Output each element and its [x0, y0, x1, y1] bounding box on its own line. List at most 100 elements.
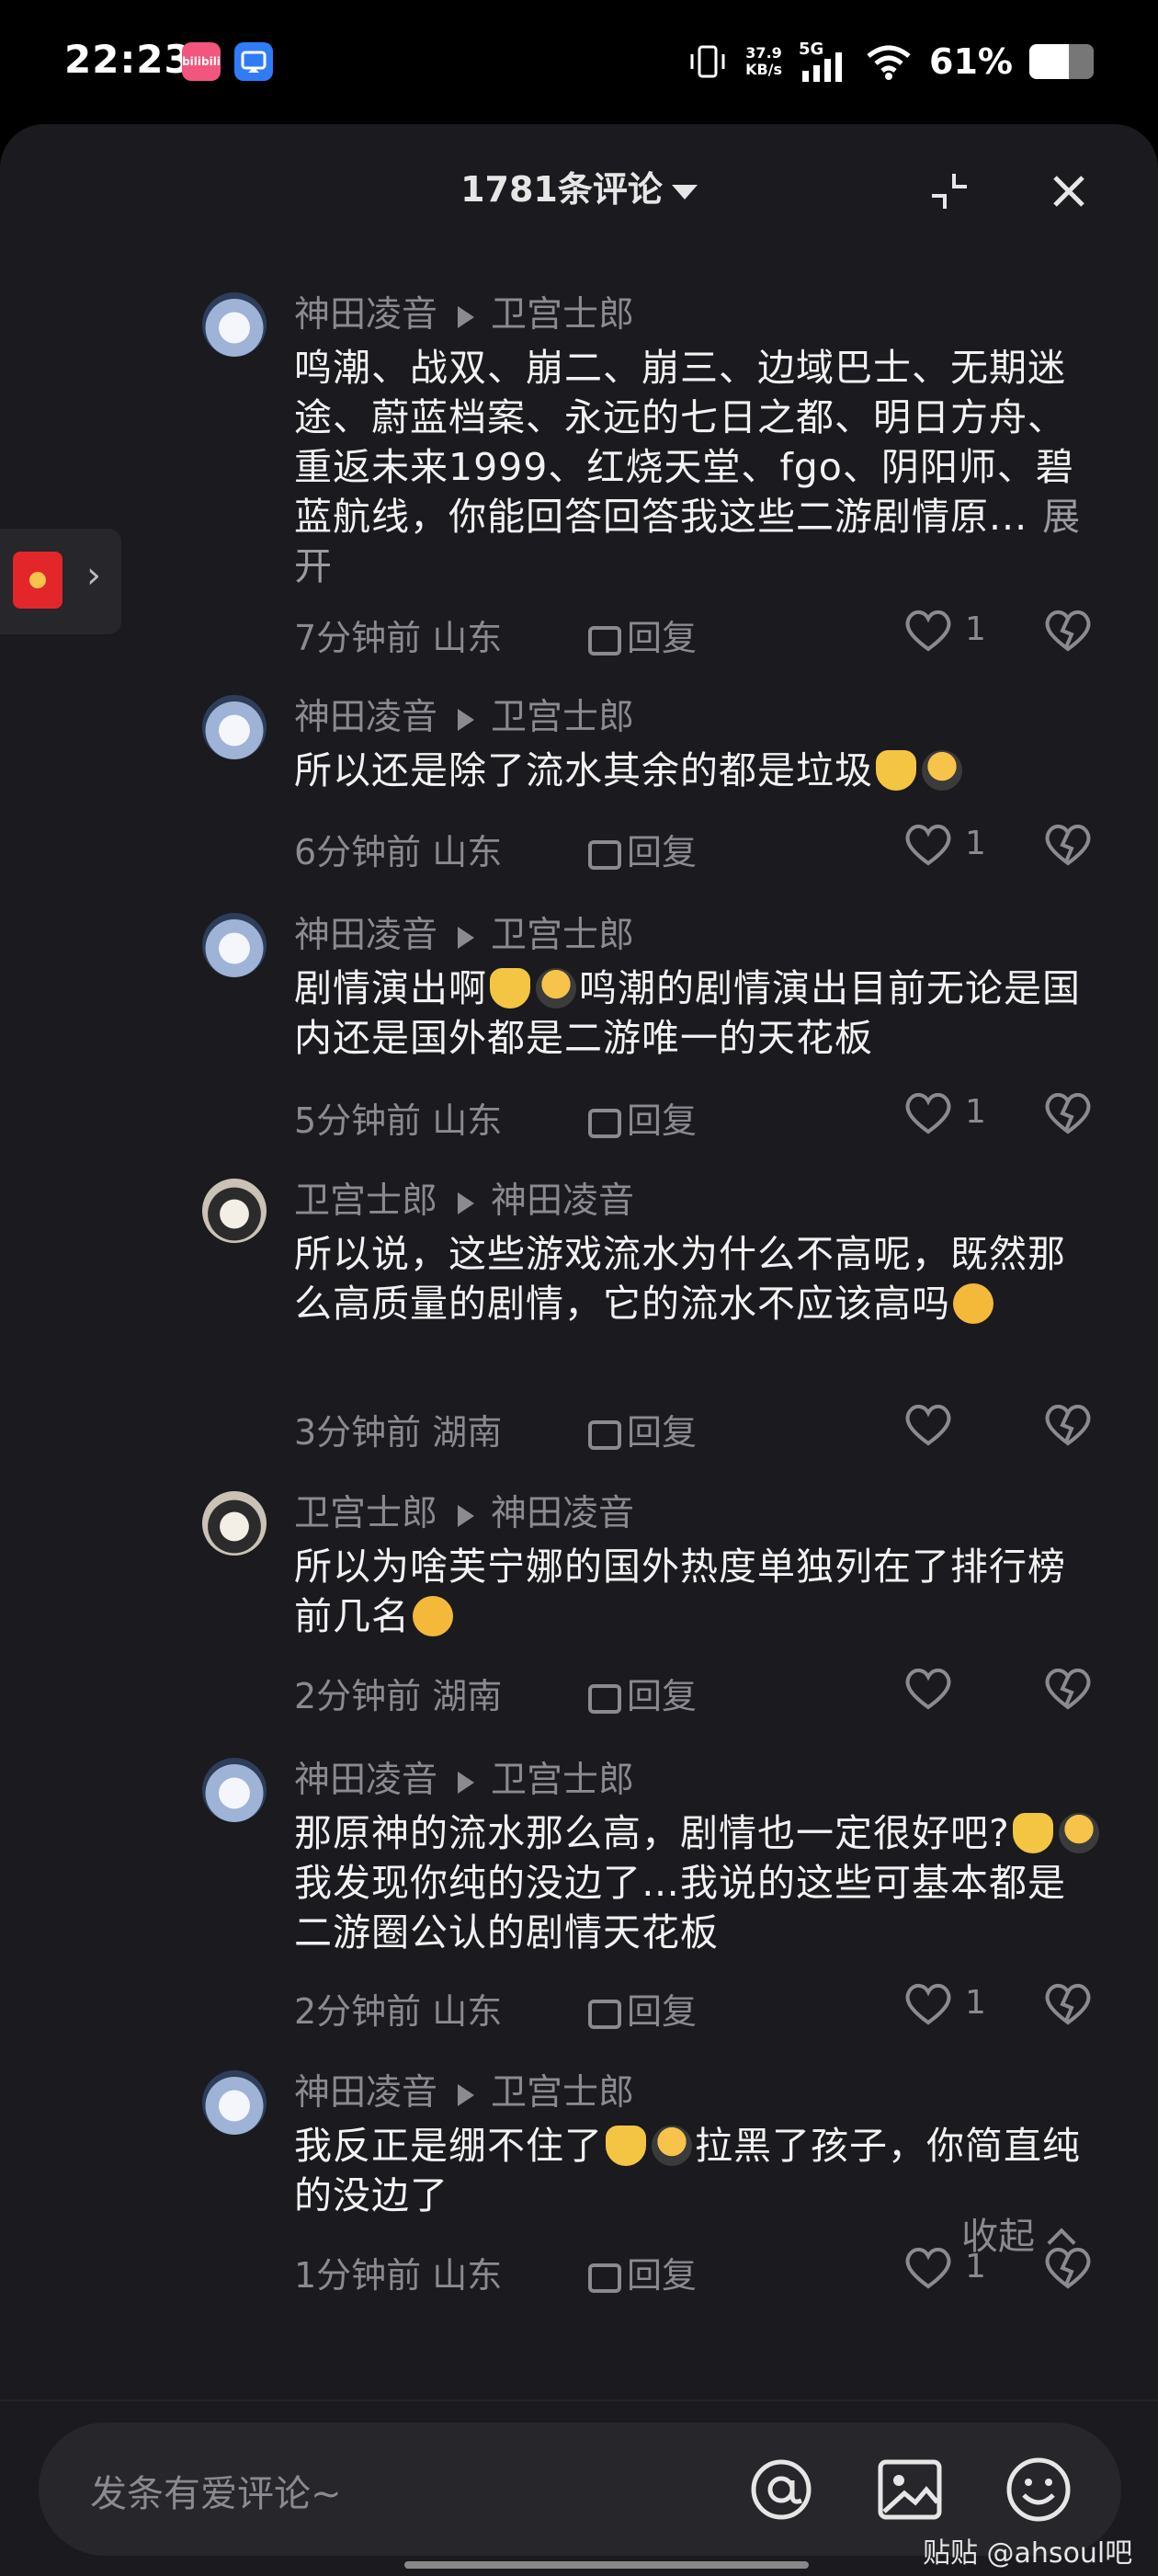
avatar[interactable] — [202, 292, 267, 357]
author-name[interactable]: 神田凌音 — [294, 1760, 437, 1801]
red-packet-tab[interactable]: › — [0, 529, 121, 634]
heart-icon[interactable] — [901, 1665, 956, 1711]
comment-meta: 3分钟前 湖南 — [294, 1412, 503, 1453]
dislike-icon[interactable] — [1040, 1980, 1096, 2026]
avatar[interactable] — [202, 1758, 267, 1822]
comment-text: 所以说，这些游戏流水为什么不高呢，既然那么高质量的剧情，它的流水不应该高吗 — [294, 1232, 1066, 1326]
reply-arrow-icon — [458, 1771, 475, 1794]
avatar[interactable] — [202, 1179, 267, 1243]
reply-icon — [588, 1420, 621, 1450]
heart-icon[interactable] — [901, 821, 956, 867]
ok-hand-emoji-icon — [1012, 1813, 1053, 1853]
battery-text: 61% — [929, 41, 1013, 82]
battery-icon — [1029, 44, 1094, 79]
kiss-emoji-icon — [413, 1596, 453, 1636]
collapse-replies-button[interactable]: 收起 — [961, 2206, 1076, 2260]
reply-to-name[interactable]: 卫宫士郎 — [491, 915, 634, 956]
emoji-icon[interactable] — [1002, 2453, 1075, 2526]
avatar[interactable] — [202, 695, 267, 759]
avatar[interactable] — [202, 913, 267, 977]
face-emoji-icon — [652, 2126, 692, 2166]
dislike-icon[interactable] — [1040, 1401, 1096, 1447]
face-emoji-icon — [922, 750, 962, 791]
kiss-emoji-icon — [953, 1283, 993, 1324]
heart-icon[interactable] — [901, 2244, 956, 2290]
close-icon[interactable] — [1048, 170, 1090, 212]
reply-icon — [588, 2263, 621, 2293]
reply-button[interactable]: 回复 — [588, 1404, 697, 1454]
reply-arrow-icon — [458, 1504, 475, 1527]
at-icon[interactable] — [744, 2453, 818, 2526]
dislike-icon[interactable] — [1040, 1665, 1096, 1711]
reply-icon — [588, 1684, 621, 1714]
avatar[interactable] — [202, 1491, 267, 1556]
avatar[interactable] — [202, 2070, 267, 2135]
comment-count-dropdown[interactable]: 1781条评论 — [0, 161, 1158, 211]
status-bar: 22:23 bilibili 37.9 KB/s 5G 61% — [0, 0, 1158, 124]
comment-meta: 1分钟前 山东 — [294, 2255, 503, 2296]
status-indicators: 37.9 KB/s 5G 61% — [687, 39, 1094, 85]
reply-button[interactable]: 回复 — [588, 824, 697, 874]
reply-icon — [588, 2000, 621, 2029]
comment-names: 神田凌音 卫宫士郎 — [294, 695, 634, 741]
face-emoji-icon — [536, 968, 576, 1009]
heart-icon[interactable] — [901, 607, 956, 653]
author-name[interactable]: 卫宫士郎 — [294, 1493, 437, 1534]
comment-meta: 2分钟前 湖南 — [294, 1676, 503, 1716]
comment-meta: 6分钟前 山东 — [294, 832, 503, 872]
like-count: 1 — [965, 1984, 986, 2022]
comment-input-placeholder: 发条有爱评论~ — [90, 2473, 342, 2515]
comment-header: 1781条评论 — [0, 124, 1158, 253]
reply-to-name[interactable]: 卫宫士郎 — [491, 2072, 634, 2114]
like-count: 1 — [965, 825, 986, 862]
reply-arrow-icon — [458, 708, 475, 731]
reply-icon — [588, 626, 621, 655]
author-name[interactable]: 神田凌音 — [294, 697, 437, 738]
author-name[interactable]: 神田凌音 — [294, 294, 437, 336]
comment-meta: 5分钟前 山东 — [294, 1100, 503, 1141]
chevron-down-icon — [671, 184, 698, 199]
vibrate-icon — [690, 45, 725, 78]
signal-5g: 5G — [799, 40, 848, 82]
reply-button[interactable]: 回复 — [588, 610, 697, 660]
heart-icon[interactable] — [901, 1401, 956, 1447]
comment-names: 神田凌音 卫宫士郎 — [294, 292, 634, 338]
comment-names: 神田凌音 卫宫士郎 — [294, 2070, 634, 2116]
image-icon[interactable] — [873, 2453, 947, 2526]
heart-icon[interactable] — [901, 1980, 956, 2026]
reply-to-name[interactable]: 卫宫士郎 — [491, 1760, 634, 1801]
status-time: 22:23 — [64, 37, 192, 82]
reply-arrow-icon — [458, 305, 475, 328]
heart-icon[interactable] — [901, 1089, 956, 1135]
reply-button[interactable]: 回复 — [588, 1092, 697, 1143]
comment-text: 那原神的流水那么高，剧情也一定很好吧?我发现你纯的没边了…我说的这些可基本都是二… — [294, 1808, 1103, 1957]
reply-button[interactable]: 回复 — [588, 2247, 697, 2297]
reply-to-name[interactable]: 卫宫士郎 — [491, 294, 634, 336]
reply-button[interactable]: 回复 — [588, 1983, 697, 2034]
bilibili-app-icon: bilibili — [182, 42, 221, 81]
comment-text: 我反正是绷不住了 拉黑了孩子，你简直纯的没边了 — [294, 2124, 1081, 2217]
reply-button[interactable]: 回复 — [588, 1668, 697, 1718]
author-name[interactable]: 卫宫士郎 — [294, 1180, 437, 1222]
comment-text: 所以为啥芙宁娜的国外热度单独列在了排行榜前几名 — [294, 1544, 1066, 1638]
author-name[interactable]: 神田凌音 — [294, 915, 437, 956]
reply-icon — [588, 840, 621, 870]
reply-to-name[interactable]: 神田凌音 — [491, 1180, 634, 1222]
comment-meta: 7分钟前 山东 — [294, 618, 503, 658]
like-count: 1 — [965, 1093, 986, 1131]
reply-to-name[interactable]: 神田凌音 — [491, 1493, 634, 1534]
collapse-icon[interactable] — [928, 170, 971, 212]
comment-names: 神田凌音 卫宫士郎 — [294, 1758, 634, 1804]
comment-meta: 2分钟前 山东 — [294, 1991, 503, 2032]
comment-text: 鸣潮、战双、崩二、崩三、边域巴士、无期迷途、蔚蓝档案、永远的七日之都、明日方舟、… — [294, 346, 1082, 588]
dislike-icon[interactable] — [1040, 821, 1096, 867]
reply-icon — [588, 1109, 621, 1138]
ok-hand-emoji-icon — [876, 750, 916, 791]
author-name[interactable]: 神田凌音 — [294, 2072, 437, 2114]
dislike-icon[interactable] — [1040, 1089, 1096, 1135]
dislike-icon[interactable] — [1040, 607, 1096, 653]
reply-to-name[interactable]: 卫宫士郎 — [491, 697, 634, 738]
home-indicator[interactable] — [404, 2561, 809, 2569]
net-speed: 37.9 KB/s — [745, 44, 783, 78]
chevron-up-icon — [1047, 2228, 1076, 2257]
